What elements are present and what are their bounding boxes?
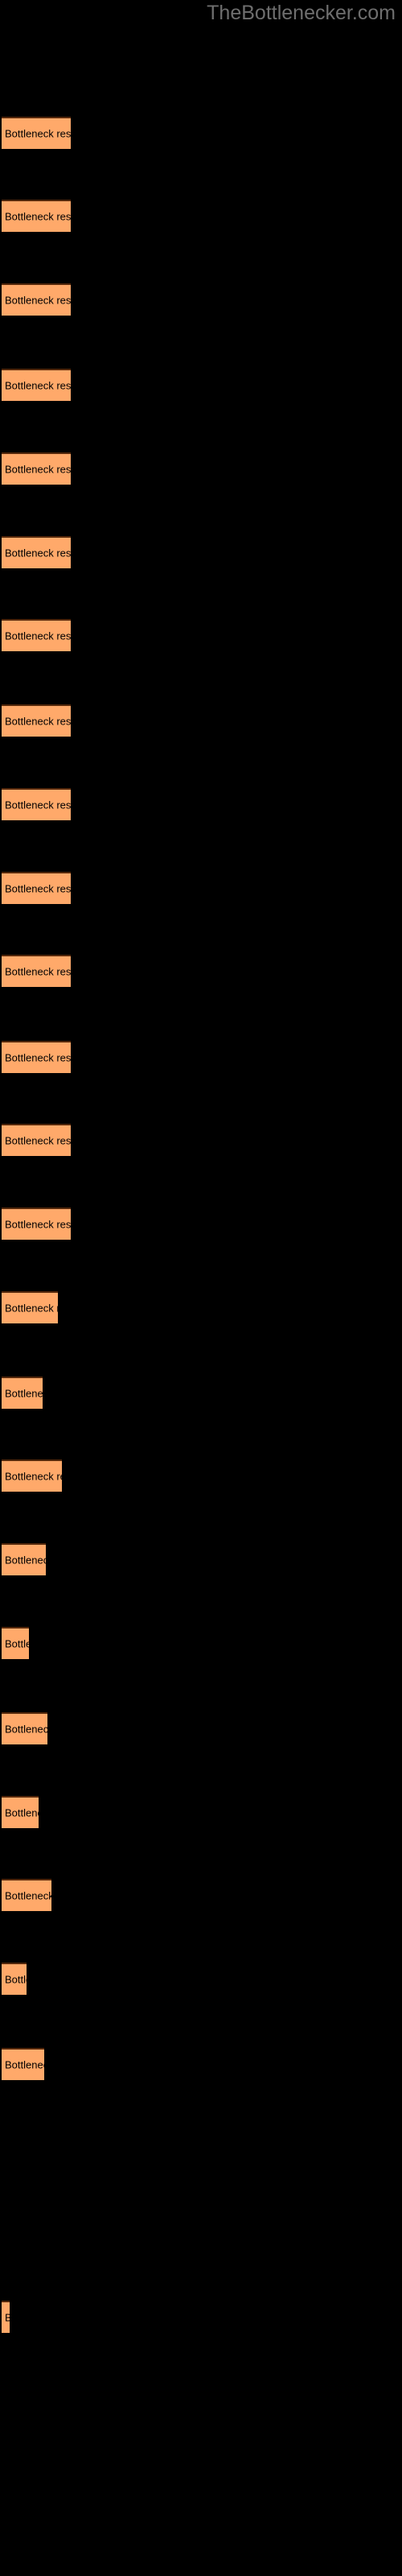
bar-label: Bottleneck result [5,2311,10,2323]
site-watermark: TheBottlenecker.com [207,2,396,24]
bar-18[interactable]: Bottleneck result [2,1543,46,1576]
bar-label: Bottleneck result [5,1806,39,1819]
bar-label: Bottleneck result [5,1051,71,1064]
bar-3[interactable]: Bottleneck result [2,283,71,316]
bar-label: Bottleneck result [5,1889,51,1902]
bar-label: Bottleneck result [5,1470,62,1483]
bar-14[interactable]: Bottleneck result [2,1207,71,1240]
bar-19[interactable]: Bottleneck result [2,1626,29,1659]
bar-5[interactable]: Bottleneck result [2,452,71,485]
bar-label: Bottleneck result [5,882,71,895]
bar-label: Bottleneck result [5,1302,58,1315]
bar-23[interactable]: Bottleneck result [2,1962,27,1995]
bar-25[interactable]: Bottleneck result [2,2300,10,2333]
bar-6[interactable]: Bottleneck result [2,535,71,568]
bar-13[interactable]: Bottleneck result [2,1124,71,1157]
bar-label: Bottleneck result [5,799,71,811]
bar-label: Bottleneck result [5,1637,29,1650]
bar-10[interactable]: Bottleneck result [2,871,71,904]
bar-label: Bottleneck result [5,463,71,476]
bar-11[interactable]: Bottleneck result [2,955,71,988]
bar-4[interactable]: Bottleneck result [2,369,71,402]
bar-label: Bottleneck result [5,965,71,978]
bar-12[interactable]: Bottleneck result [2,1040,71,1073]
bar-label: Bottleneck result [5,2058,44,2071]
bar-label: Bottleneck result [5,630,71,642]
bar-label: Bottleneck result [5,1134,71,1147]
bar-7[interactable]: Bottleneck result [2,619,71,652]
bar-label: Bottleneck result [5,294,71,307]
bar-label: Bottleneck result [5,210,71,223]
bar-15[interactable]: Bottleneck result [2,1290,58,1323]
bar-1[interactable]: Bottleneck result [2,116,71,149]
bar-20[interactable]: Bottleneck result [2,1711,47,1744]
bar-21[interactable]: Bottleneck result [2,1795,39,1828]
bar-16[interactable]: Bottleneck result [2,1376,43,1409]
bar-label: Bottleneck result [5,1554,46,1567]
bar-label: Bottleneck result [5,715,71,728]
bar-label: Bottleneck result [5,1218,71,1231]
bar-label: Bottleneck result [5,379,71,392]
bar-label: Bottleneck result [5,1973,27,1986]
bar-8[interactable]: Bottleneck result [2,704,71,737]
bar-9[interactable]: Bottleneck result [2,788,71,821]
bar-label: Bottleneck result [5,127,71,140]
bar-24[interactable]: Bottleneck result [2,2048,44,2081]
bottleneck-bar-chart: TheBottlenecker.com Bottleneck result Bot… [0,0,402,2576]
bar-2[interactable]: Bottleneck result [2,200,71,233]
bar-17[interactable]: Bottleneck result [2,1459,62,1492]
bar-22[interactable]: Bottleneck result [2,1879,51,1912]
bar-label: Bottleneck result [5,1387,43,1400]
bar-label: Bottleneck result [5,547,71,559]
bar-label: Bottleneck result [5,1723,47,1736]
